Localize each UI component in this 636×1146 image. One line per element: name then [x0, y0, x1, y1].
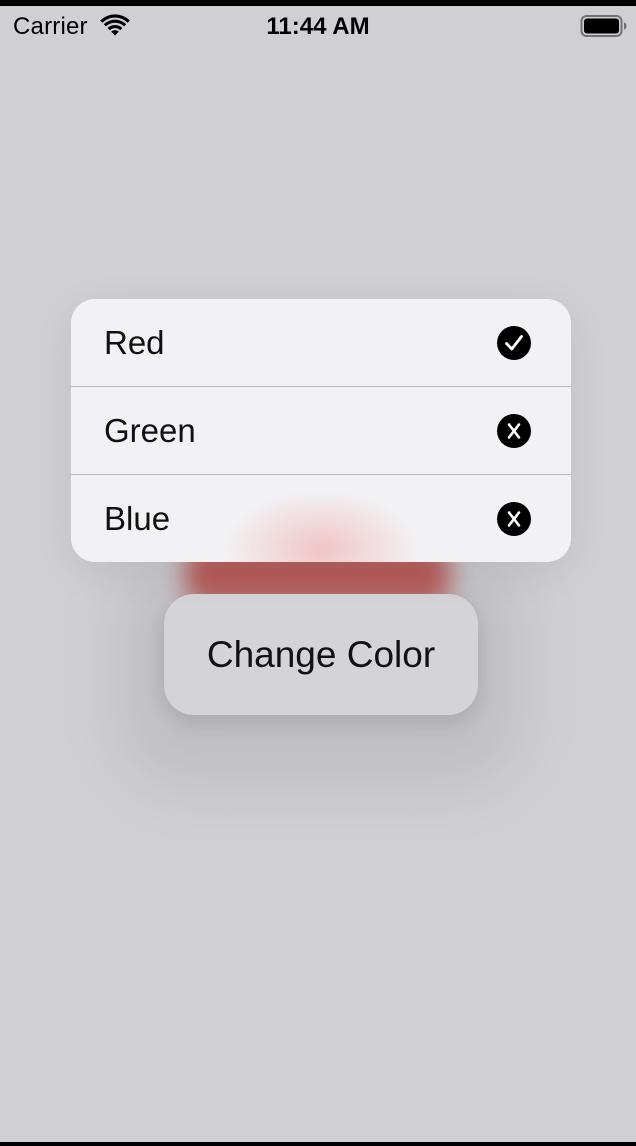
menu-item-label: Blue — [104, 500, 171, 537]
battery-full-icon — [580, 15, 627, 37]
color-context-menu: Red Green Blue — [71, 299, 571, 562]
menu-item-label: Green — [104, 412, 196, 449]
menu-item-red[interactable]: Red — [71, 299, 571, 386]
status-time: 11:44 AM — [266, 13, 370, 40]
menu-item-blue[interactable]: Blue — [71, 475, 571, 562]
status-bar: Carrier 11:44 AM — [0, 6, 636, 48]
change-color-label: Change Color — [206, 634, 436, 675]
app-screen: Carrier 11:44 AM Change Color Red Green … — [0, 6, 636, 1142]
checkmark-circle-icon — [497, 326, 531, 360]
menu-item-label: Red — [104, 324, 165, 361]
xmark-circle-icon — [497, 414, 531, 448]
xmark-circle-icon — [497, 502, 531, 536]
change-color-button[interactable]: Change Color — [164, 594, 478, 715]
menu-item-green[interactable]: Green — [71, 387, 571, 474]
